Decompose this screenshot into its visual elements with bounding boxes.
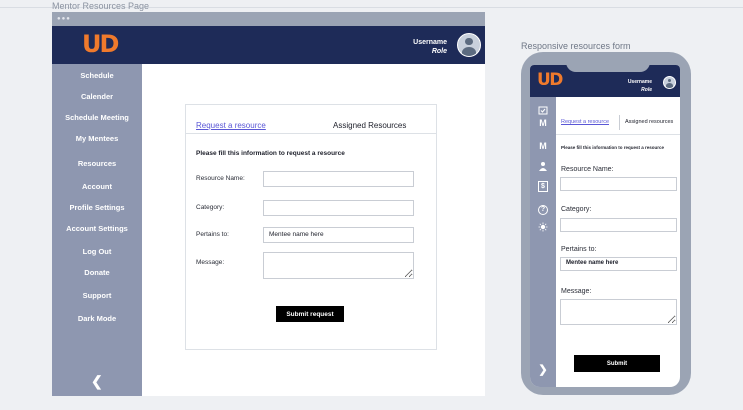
dollar-icon[interactable]: $ — [530, 180, 556, 192]
sidebar-item-dark-mode[interactable]: Dark Mode — [52, 314, 142, 323]
chevron-right-icon[interactable]: ❯ — [530, 363, 556, 376]
message-textarea[interactable] — [263, 252, 414, 279]
desktop-window: ●●● UD Username Role Schedule Calender S… — [52, 12, 485, 396]
tab-assigned-resources[interactable]: Assigned Resources — [333, 121, 406, 130]
sidebar-item-support[interactable]: Support — [52, 291, 142, 300]
username: Username — [413, 39, 447, 46]
chevron-left-icon[interactable]: ❮ — [91, 373, 103, 390]
mobile-screen: UD Username Role M M $ ? ❯ Request a res… — [530, 65, 680, 387]
resource-name-label: Resource Name: — [196, 175, 245, 182]
mobile-user-role: Role — [641, 87, 652, 93]
avatar[interactable] — [457, 33, 481, 57]
desktop-frame-label: Mentor Resources Page — [52, 1, 150, 11]
brand-logo-icon[interactable]: UD — [537, 70, 563, 90]
tab-request-resource[interactable]: Request a resource — [196, 121, 266, 130]
user-info: Username Role — [413, 38, 447, 56]
sidebar-item-donate[interactable]: Donate — [52, 268, 142, 277]
dollar-glyph: $ — [538, 181, 548, 192]
mobile-frame-label: Responsive resources form — [521, 41, 631, 51]
resource-form-panel: Request a resource Assigned Resources Pl… — [185, 104, 437, 350]
sidebar: Schedule Calender Schedule Meeting My Me… — [52, 64, 142, 396]
sidebar-item-calender[interactable]: Calender — [52, 92, 142, 101]
phone-notch — [566, 62, 650, 72]
app-header: UD Username Role — [52, 26, 485, 64]
pertains-to-field[interactable]: Mentee name here — [263, 227, 414, 243]
mobile-form-area: Request a resource Assigned resources Pl… — [556, 97, 680, 387]
sidebar-item-account[interactable]: Account — [52, 182, 142, 191]
mobile-avatar[interactable] — [663, 76, 676, 89]
mobile-sidebar: M M $ ? ❯ — [530, 97, 556, 387]
mobile-pertains-to-field[interactable]: Mentee name here — [560, 257, 677, 271]
mobile-pertains-to-label: Pertains to: — [561, 246, 597, 253]
mobile-tab-assigned-resources[interactable]: Assigned resources — [625, 119, 673, 125]
sidebar-item-account-settings[interactable]: Account Settings — [52, 224, 142, 233]
window-dots-icon: ●●● — [57, 16, 71, 22]
submit-request-button[interactable]: Submit request — [276, 306, 344, 322]
sun-icon[interactable] — [530, 222, 556, 234]
sidebar-item-profile-settings[interactable]: Profile Settings — [52, 203, 142, 212]
sidebar-item-schedule-meeting[interactable]: Schedule Meeting — [52, 113, 142, 122]
mobile-form-instructions: Please fill this information to request … — [561, 145, 665, 150]
help-glyph: ? — [538, 205, 548, 215]
mobile-category-label: Category: — [561, 206, 592, 213]
mobile-resource-name-label: Resource Name: — [561, 166, 614, 173]
mobile-tab-request-resource[interactable]: Request a resource — [561, 119, 609, 125]
mobile-message-label: Message: — [561, 288, 592, 295]
sidebar-item-schedule[interactable]: Schedule — [52, 71, 142, 80]
resource-name-input[interactable] — [263, 171, 414, 187]
category-input[interactable] — [263, 200, 414, 216]
mentor-icon[interactable]: M — [530, 118, 556, 128]
mobile-category-input[interactable] — [560, 218, 677, 232]
user-icon[interactable] — [530, 161, 556, 173]
sidebar-item-resources[interactable]: Resources — [52, 159, 142, 168]
mobile-user-info: Username Role — [628, 78, 652, 94]
sidebar-item-my-mentees[interactable]: My Mentees — [52, 134, 142, 143]
window-titlebar: ●●● — [52, 12, 485, 26]
mobile-submit-button[interactable]: Submit — [574, 355, 660, 372]
calendar-icon[interactable] — [530, 105, 556, 117]
message-label: Message: — [196, 259, 225, 266]
user-role: Role — [431, 48, 447, 55]
sidebar-item-log-out[interactable]: Log Out — [52, 247, 142, 256]
pertains-to-label: Pertains to: — [196, 231, 229, 238]
tab-divider — [186, 133, 436, 134]
mobile-username: Username — [627, 79, 652, 85]
mobile-resource-name-input[interactable] — [560, 177, 677, 191]
brand-logo-icon[interactable]: UD — [82, 30, 119, 58]
mentee-icon[interactable]: M — [530, 141, 556, 151]
form-instructions: Please fill this information to request … — [196, 150, 345, 157]
mobile-tab-divider — [556, 134, 680, 135]
help-icon[interactable]: ? — [530, 203, 556, 215]
category-label: Category: — [196, 204, 225, 211]
mobile-message-textarea[interactable] — [560, 299, 677, 325]
phone-frame: UD Username Role M M $ ? ❯ Request a res… — [521, 52, 691, 395]
tab-separator — [619, 115, 620, 130]
